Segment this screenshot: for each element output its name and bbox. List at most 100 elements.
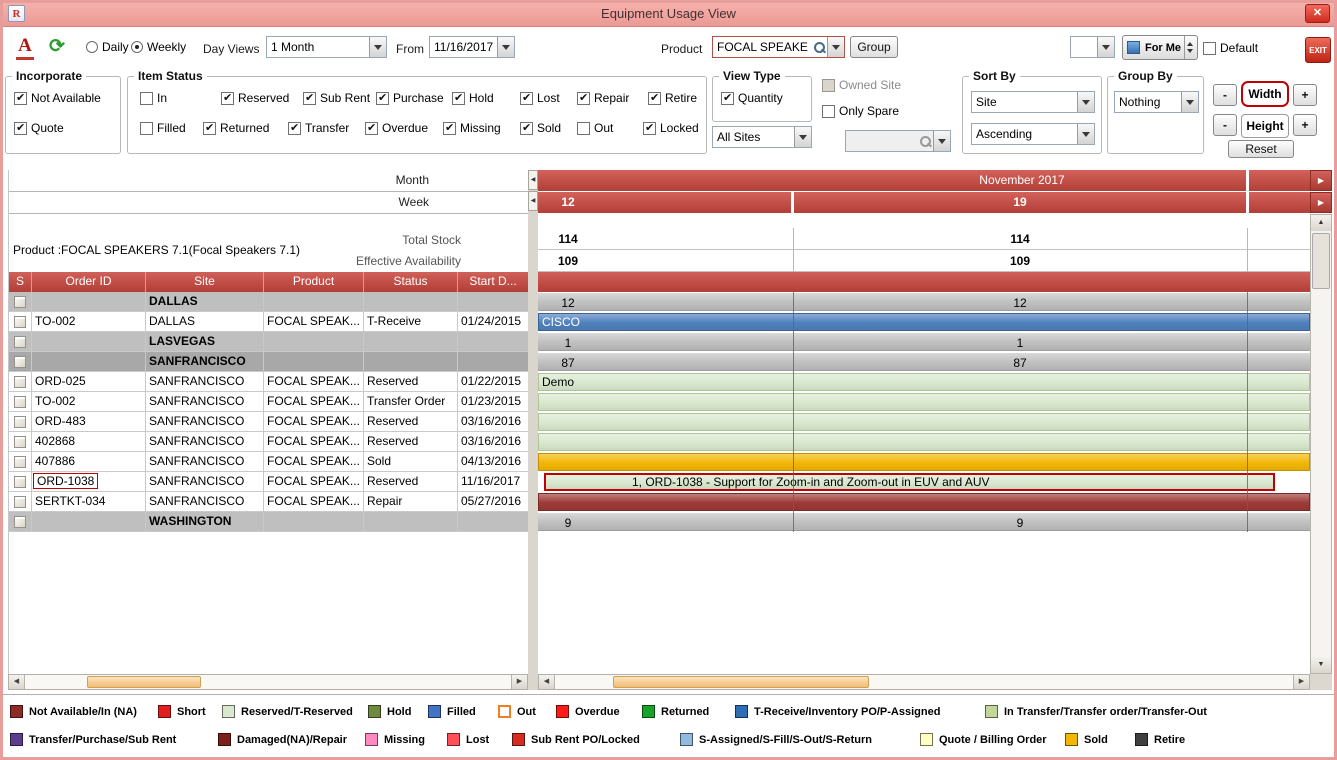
- usage-bar-to-002[interactable]: [538, 393, 1310, 411]
- site-group-row-washington[interactable]: WASHINGTON: [9, 512, 529, 532]
- checkbox-retire[interactable]: Retire: [648, 91, 697, 105]
- usage-bar-sertkt-034[interactable]: [538, 493, 1310, 511]
- order-row-ord-025[interactable]: ORD-025SANFRANCISCOFOCAL SPEAK...Reserve…: [9, 372, 529, 392]
- checkbox-sold[interactable]: Sold: [520, 121, 561, 135]
- scroll-right-icon[interactable]: [1293, 675, 1309, 689]
- weekly-radio[interactable]: Weekly: [131, 40, 186, 54]
- exit-button[interactable]: EXIT: [1305, 37, 1331, 63]
- usage-bar-dallas[interactable]: 1212: [538, 293, 1310, 311]
- checkbox-filled[interactable]: Filled: [140, 121, 186, 135]
- scroll-down-icon[interactable]: [1311, 657, 1331, 673]
- height-box[interactable]: Height: [1241, 114, 1289, 138]
- from-date-picker[interactable]: 11/16/2017: [429, 36, 515, 58]
- checkbox-transfer[interactable]: Transfer: [288, 121, 349, 135]
- order-row-ord-483[interactable]: ORD-483SANFRANCISCOFOCAL SPEAK...Reserve…: [9, 412, 529, 432]
- site-group-row-dallas[interactable]: DALLAS: [9, 292, 529, 312]
- scroll-right-icon[interactable]: [511, 675, 527, 689]
- checkbox-hold[interactable]: Hold: [452, 91, 494, 105]
- usage-bar-407886[interactable]: [538, 453, 1310, 471]
- default-checkbox[interactable]: Default: [1203, 41, 1258, 55]
- panel-splitter[interactable]: [528, 170, 538, 690]
- timeline-row-sertkt-034[interactable]: [538, 492, 1310, 512]
- group-by-combo[interactable]: Nothing: [1114, 91, 1199, 113]
- column-header-status[interactable]: Status: [364, 272, 458, 292]
- chevron-down-icon[interactable]: [1181, 92, 1198, 112]
- height-plus-button[interactable]: +: [1293, 114, 1317, 136]
- checkbox-owned-site[interactable]: Owned Site: [822, 78, 901, 92]
- column-header-start-d[interactable]: Start D...: [458, 272, 529, 292]
- checkbox-returned[interactable]: Returned: [203, 121, 269, 135]
- checkbox-reserved[interactable]: Reserved: [221, 91, 289, 105]
- scrollbar-thumb[interactable]: [613, 676, 869, 688]
- chevron-down-icon[interactable]: [827, 37, 844, 57]
- scroll-left-icon[interactable]: [9, 675, 25, 689]
- day-views-combo[interactable]: 1 Month: [266, 36, 387, 58]
- timeline-row-ord-483[interactable]: [538, 412, 1310, 432]
- sort-direction-combo[interactable]: Ascending: [971, 123, 1095, 145]
- scroll-up-icon[interactable]: [1311, 215, 1331, 231]
- order-row-ord-1038[interactable]: ORD-1038SANFRANCISCOFOCAL SPEAK...Reserv…: [9, 472, 529, 492]
- checkbox-purchase[interactable]: Purchase: [376, 91, 444, 105]
- width-plus-button[interactable]: +: [1293, 84, 1317, 106]
- checkbox-missing[interactable]: Missing: [443, 121, 501, 135]
- checkbox-overdue[interactable]: Overdue: [365, 121, 428, 135]
- usage-bar-washington[interactable]: 99: [538, 513, 1310, 531]
- usage-bar-lasvegas[interactable]: 11: [538, 333, 1310, 351]
- right-horizontal-scrollbar[interactable]: [538, 674, 1310, 690]
- group-button[interactable]: Group: [850, 36, 898, 58]
- scrollbar-thumb[interactable]: [1312, 233, 1330, 289]
- timeline-row-dallas[interactable]: 1212: [538, 292, 1310, 312]
- usage-bar-to-002[interactable]: CISCO: [538, 313, 1310, 331]
- usage-bar-402868[interactable]: [538, 433, 1310, 451]
- order-row-to-002[interactable]: TO-002SANFRANCISCOFOCAL SPEAK...Transfer…: [9, 392, 529, 412]
- scrollbar-thumb[interactable]: [87, 676, 201, 688]
- usage-bar-ord-483[interactable]: [538, 413, 1310, 431]
- timeline-scroll-right-icon[interactable]: [1310, 170, 1332, 191]
- reset-button[interactable]: Reset: [1228, 140, 1294, 158]
- font-style-icon[interactable]: A: [12, 34, 38, 60]
- spinner-arrows[interactable]: [1184, 36, 1195, 59]
- column-header-site[interactable]: Site: [146, 272, 264, 292]
- sort-field-combo[interactable]: Site: [971, 91, 1095, 113]
- usage-bar-ord-025[interactable]: Demo: [538, 373, 1310, 391]
- checkbox-sub-rent[interactable]: Sub Rent: [303, 91, 370, 105]
- order-row-sertkt-034[interactable]: SERTKT-034SANFRANCISCOFOCAL SPEAK...Repa…: [9, 492, 529, 512]
- chevron-down-icon[interactable]: [1077, 124, 1094, 144]
- site-group-row-sanfrancisco[interactable]: SANFRANCISCO: [9, 352, 529, 372]
- timeline-scroll-right-icon[interactable]: [1310, 192, 1332, 213]
- quick-select-combo[interactable]: [1070, 36, 1115, 58]
- for-me-button[interactable]: For Me: [1122, 35, 1198, 60]
- scroll-left-icon[interactable]: [528, 170, 538, 190]
- chevron-down-icon[interactable]: [497, 37, 514, 57]
- timeline-row-to-002[interactable]: [538, 392, 1310, 412]
- close-icon[interactable]: ✕: [1305, 4, 1330, 23]
- width-box[interactable]: Width: [1241, 81, 1289, 107]
- usage-bar-ord-1038[interactable]: 1, ORD-1038 - Support for Zoom-in and Zo…: [544, 473, 1275, 491]
- timeline-row-407886[interactable]: [538, 452, 1310, 472]
- timeline-row-ord-025[interactable]: Demo: [538, 372, 1310, 392]
- timeline-row-lasvegas[interactable]: 11: [538, 332, 1310, 352]
- chevron-down-icon[interactable]: [1077, 92, 1094, 112]
- order-row-to-002[interactable]: TO-002DALLASFOCAL SPEAK...T-Receive01/24…: [9, 312, 529, 332]
- refresh-icon[interactable]: ⟳: [44, 34, 70, 60]
- checkbox-quote[interactable]: Quote: [14, 121, 64, 135]
- scroll-left-icon[interactable]: [539, 675, 555, 689]
- chevron-down-icon[interactable]: [1097, 37, 1114, 57]
- width-minus-button[interactable]: -: [1213, 84, 1237, 106]
- chevron-down-icon[interactable]: [369, 37, 386, 57]
- timeline-row-washington[interactable]: 99: [538, 512, 1310, 532]
- left-horizontal-scrollbar[interactable]: [8, 674, 528, 690]
- product-search-combo[interactable]: FOCAL SPEAKE: [712, 36, 845, 58]
- checkbox-not-available[interactable]: Not Available: [14, 91, 101, 105]
- vertical-scrollbar[interactable]: [1310, 214, 1332, 674]
- search-icon[interactable]: [813, 40, 827, 55]
- column-header-order-id[interactable]: Order ID: [32, 272, 146, 292]
- checkbox-lost[interactable]: Lost: [520, 91, 560, 105]
- daily-radio[interactable]: Daily: [86, 40, 129, 54]
- checkbox-only-spare[interactable]: Only Spare: [822, 104, 899, 118]
- timeline-row-402868[interactable]: [538, 432, 1310, 452]
- order-row-402868[interactable]: 402868SANFRANCISCOFOCAL SPEAK...Reserved…: [9, 432, 529, 452]
- usage-bar-sanfrancisco[interactable]: 8787: [538, 353, 1310, 371]
- checkbox-in[interactable]: In: [140, 91, 167, 105]
- column-header-product[interactable]: Product: [264, 272, 364, 292]
